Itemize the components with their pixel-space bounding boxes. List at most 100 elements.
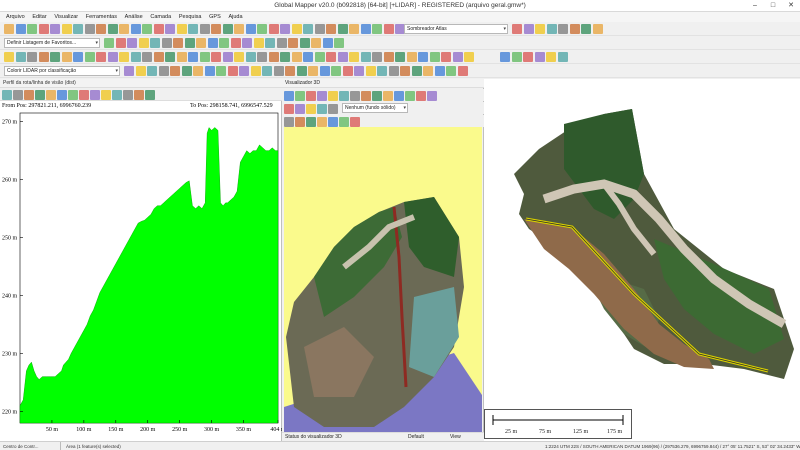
toolbar-tool-icon[interactable] [295,117,305,127]
toolbar-tool-icon[interactable] [349,24,359,34]
toolbar-tool-icon[interactable] [280,52,290,62]
toolbar-tool-icon[interactable] [319,66,330,76]
toolbar-tool-icon[interactable] [427,91,437,101]
toolbar-tool-icon[interactable] [328,117,338,127]
toolbar-tool-icon[interactable] [295,104,305,114]
toolbar-tool-icon[interactable] [500,52,510,62]
toolbar-tool-icon[interactable] [311,38,321,48]
toolbar-tool-icon[interactable] [416,91,426,101]
toolbar-tool-icon[interactable] [234,24,244,34]
background-combo[interactable]: Nenhum (fundo sólido) ▾ [342,103,408,113]
toolbar-tool-icon[interactable] [216,66,226,76]
menu-gps[interactable]: GPS [209,14,221,20]
toolbar-tool-icon[interactable] [50,52,60,62]
toolbar-tool-icon[interactable] [464,52,474,62]
toolbar-tool-icon[interactable] [127,38,137,48]
minimize-button[interactable]: – [748,1,762,11]
toolbar-tool-icon[interactable] [337,24,348,34]
toolbar-tool-icon[interactable] [35,90,45,100]
toolbar-tool-icon[interactable] [130,24,141,34]
menu-ajuda[interactable]: Ajuda [228,14,242,20]
toolbar-tool-icon[interactable] [153,52,164,62]
toolbar-tool-icon[interactable] [239,66,249,76]
toolbar-tool-icon[interactable] [523,52,533,62]
toolbar-tool-icon[interactable] [306,91,316,101]
toolbar-tool-icon[interactable] [130,52,141,62]
toolbar-tool-icon[interactable] [273,66,284,76]
toolbar-tool-icon[interactable] [219,38,229,48]
toolbar-tool-icon[interactable] [165,52,175,62]
toolbar-tool-icon[interactable] [418,52,428,62]
toolbar-tool-icon[interactable] [429,52,440,62]
toolbar-tool-icon[interactable] [181,66,192,76]
toolbar-tool-icon[interactable] [306,117,316,127]
toolbar-tool-icon[interactable] [405,91,415,101]
toolbar-tool-icon[interactable] [365,66,376,76]
toolbar-tool-icon[interactable] [441,52,451,62]
toolbar-tool-icon[interactable] [245,24,256,34]
toolbar-tool-icon[interactable] [411,66,422,76]
toolbar-tool-icon[interactable] [276,38,287,48]
toolbar-tool-icon[interactable] [268,52,279,62]
toolbar-tool-icon[interactable] [27,52,37,62]
toolbar-tool-icon[interactable] [317,104,327,114]
toolbar-tool-icon[interactable] [15,52,26,62]
toolbar-tool-icon[interactable] [115,38,126,48]
toolbar-tool-icon[interactable] [158,66,169,76]
menu-arquivo[interactable]: Arquivo [6,14,25,20]
toolbar-tool-icon[interactable] [303,24,313,34]
toolbar-tool-icon[interactable] [284,117,294,127]
toolbar-tool-icon[interactable] [339,117,349,127]
toolbar-tool-icon[interactable] [250,66,261,76]
toolbar-tool-icon[interactable] [523,24,534,34]
toolbar-tool-icon[interactable] [38,24,49,34]
toolbar-tool-icon[interactable] [535,24,545,34]
toolbar-tool-icon[interactable] [230,38,241,48]
toolbar-tool-icon[interactable] [372,91,382,101]
toolbar-tool-icon[interactable] [222,52,233,62]
menu-editar[interactable]: Editar [32,14,46,20]
toolbar-tool-icon[interactable] [107,24,118,34]
lidar-color-combo[interactable]: Colorir LIDAR por classificação ▾ [4,66,120,76]
toolbar-tool-icon[interactable] [350,91,360,101]
toolbar-tool-icon[interactable] [383,52,394,62]
toolbar-tool-icon[interactable] [234,52,244,62]
menu-pesquisa[interactable]: Pesquisa [179,14,202,20]
toolbar-tool-icon[interactable] [193,66,203,76]
toolbar-tool-icon[interactable] [383,91,393,101]
shader-combo[interactable]: Sombreador Atlas ▾ [404,24,508,34]
toolbar-tool-icon[interactable] [284,104,294,114]
toolbar-tool-icon[interactable] [170,66,180,76]
toolbar-tool-icon[interactable] [134,90,144,100]
toolbar-tool-icon[interactable] [24,90,34,100]
toolbar-tool-icon[interactable] [314,24,325,34]
toolbar-tool-icon[interactable] [61,24,72,34]
toolbar-tool-icon[interactable] [339,91,349,101]
toolbar-tool-icon[interactable] [2,90,12,100]
toolbar-tool-icon[interactable] [161,38,172,48]
toolbar-tool-icon[interactable] [4,24,14,34]
toolbar-tool-icon[interactable] [38,52,49,62]
toolbar-tool-icon[interactable] [395,52,405,62]
toolbar-tool-icon[interactable] [284,91,294,101]
toolbar-tool-icon[interactable] [377,66,387,76]
toolbar-tool-icon[interactable] [135,66,146,76]
toolbar-tool-icon[interactable] [150,38,160,48]
toolbar-tool-icon[interactable] [326,24,336,34]
toolbar-tool-icon[interactable] [452,52,463,62]
toolbar-tool-icon[interactable] [372,24,382,34]
toolbar-tool-icon[interactable] [423,66,433,76]
maximize-button[interactable]: □ [766,1,780,11]
toolbar-tool-icon[interactable] [27,24,37,34]
toolbar-tool-icon[interactable] [79,90,89,100]
toolbar-tool-icon[interactable] [107,52,118,62]
toolbar-tool-icon[interactable] [104,38,114,48]
toolbar-tool-icon[interactable] [288,38,298,48]
toolbar-tool-icon[interactable] [558,24,568,34]
toolbar-tool-icon[interactable] [388,66,399,76]
toolbar-tool-icon[interactable] [257,52,267,62]
toolbar-tool-icon[interactable] [303,52,313,62]
toolbar-tool-icon[interactable] [317,91,327,101]
toolbar-tool-icon[interactable] [61,52,72,62]
toolbar-tool-icon[interactable] [90,90,100,100]
